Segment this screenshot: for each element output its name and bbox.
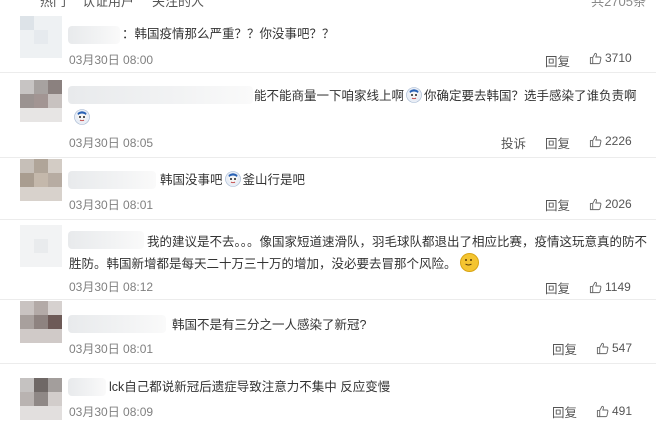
thumbs-up-icon [589, 135, 602, 148]
like-count: 2026 [605, 197, 632, 211]
reply-button[interactable]: 回复 [545, 133, 570, 152]
smile-emoji-icon [459, 253, 479, 272]
username-blurred[interactable] [68, 315, 166, 333]
username-blurred[interactable] [68, 26, 120, 44]
like-count: 491 [612, 404, 633, 418]
comment-text-line2: 胜防。韩国新增都是每天二十万三十万的增加，没必要去冒那个风险。 [69, 253, 479, 275]
like-button[interactable]: 2026 [589, 197, 632, 211]
comment-item: 韩国没事吧 釜山行是吧 03月30日 08:01 回复 2026 [0, 157, 656, 220]
comment-date: 03月30日 08:01 [69, 198, 154, 212]
like-button[interactable]: 2226 [589, 134, 632, 148]
comment-date: 03月30日 08:12 [69, 280, 154, 294]
avatar[interactable] [20, 378, 62, 420]
like-count: 1149 [605, 280, 631, 294]
doge-emoji-icon [74, 109, 90, 125]
comment-text: lck自己都说新冠后遗症导致注意力不集中 反应变慢 [109, 380, 391, 394]
username-blurred[interactable] [68, 171, 156, 189]
thumbs-up-icon [589, 52, 602, 65]
report-button[interactable]: 投诉 [501, 133, 526, 152]
comment-text: 韩国不是有三分之一人感染了新冠? [172, 318, 367, 332]
comment-filter-tabs: 热门 认证用户 关注的人 共2705条 [0, 0, 656, 8]
thumbs-up-icon [589, 198, 602, 211]
avatar[interactable] [20, 225, 62, 267]
reply-button[interactable]: 回复 [545, 51, 570, 70]
comment-item: 我的建议是不去。。。像国家短道速滑队，羽毛球队都退出了相应比赛，疫情这玩意真的防… [0, 219, 656, 300]
username-blurred[interactable] [68, 231, 144, 249]
reply-button[interactable]: 回复 [545, 278, 570, 297]
comment-text: ：韩国疫情那么严重？？你没事吧？？ [122, 27, 335, 41]
like-count: 547 [612, 341, 633, 355]
comment-date: 03月30日 08:01 [69, 342, 154, 356]
like-count: 3710 [605, 51, 632, 65]
username-blurred[interactable] [68, 378, 106, 396]
comment-item: lck自己都说新冠后遗症导致注意力不集中 反应变慢 03月30日 08:09 回… [0, 363, 656, 433]
reply-button[interactable]: 回复 [545, 195, 570, 214]
doge-emoji-icon [225, 171, 241, 187]
thumbs-up-icon [596, 405, 609, 418]
comment-text: 我的建议是不去。。。像国家短道速滑队，羽毛球队都退出了相应比赛，疫情这玩意真的防… [147, 235, 648, 249]
reply-button[interactable]: 回复 [552, 339, 577, 358]
like-button[interactable]: 1149 [589, 280, 631, 294]
avatar[interactable] [20, 80, 62, 122]
comment-date: 03月30日 08:05 [69, 136, 154, 150]
comment-text: 能不能商量一下咱家线上啊 你确定要去韩国？选手感染了谁负责啊 [254, 87, 637, 103]
like-count: 2226 [605, 134, 632, 148]
thumbs-up-icon [596, 342, 609, 355]
like-button[interactable]: 3710 [589, 51, 632, 65]
doge-emoji-icon [406, 87, 422, 103]
comment-item: 韩国不是有三分之一人感染了新冠? 03月30日 08:01 回复 547 [0, 299, 656, 364]
username-blurred[interactable] [68, 86, 253, 104]
tab-hot[interactable]: 热门 [40, 0, 66, 8]
comment-item: 能不能商量一下咱家线上啊 你确定要去韩国？选手感染了谁负责啊 03月30日 08:… [0, 72, 656, 158]
like-button[interactable]: 547 [596, 341, 632, 355]
thumbs-up-icon [589, 281, 602, 294]
comment-item: ：韩国疫情那么严重？？你没事吧？？ 03月30日 08:00 回复 3710 [0, 8, 656, 73]
avatar[interactable] [20, 16, 62, 58]
like-button[interactable]: 491 [596, 404, 632, 418]
avatar[interactable] [20, 301, 62, 343]
comment-text: 韩国没事吧 釜山行是吧 [160, 171, 306, 187]
tab-verified[interactable]: 认证用户 [82, 0, 134, 8]
avatar[interactable] [20, 159, 62, 201]
comment-date: 03月30日 08:00 [69, 53, 154, 67]
reply-button[interactable]: 回复 [552, 402, 577, 421]
total-count: 共2705条 [591, 0, 646, 8]
comment-date: 03月30日 08:09 [69, 405, 154, 419]
tab-following[interactable]: 关注的人 [152, 0, 204, 8]
